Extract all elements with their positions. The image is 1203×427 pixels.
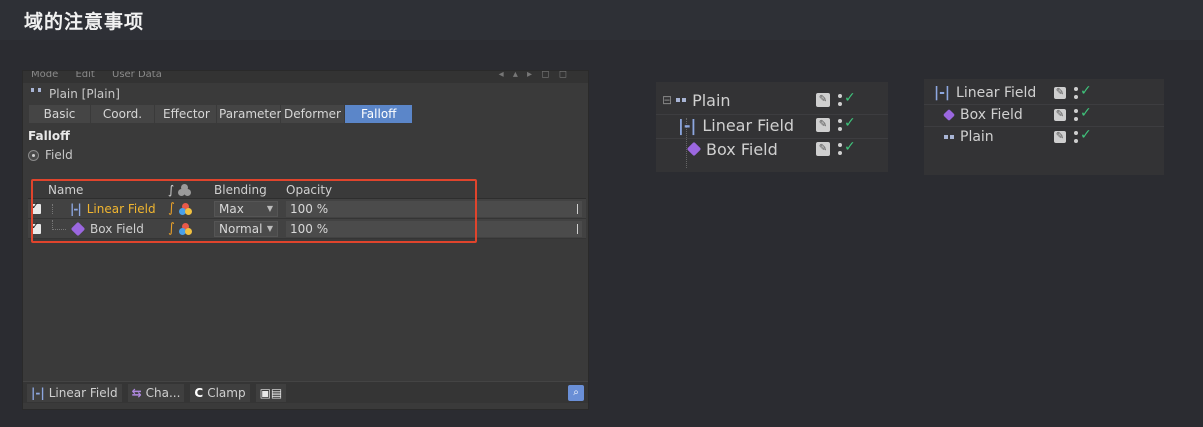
falloff-section-label: Falloff <box>28 129 70 143</box>
linear-field-icon: |-| <box>70 201 82 216</box>
enabled-check-icon[interactable]: ✓ <box>844 90 856 106</box>
om-row-linear-field[interactable]: |-| Linear Field <box>678 113 794 137</box>
curve-icon[interactable]: ∫ <box>168 201 175 216</box>
chevron-down-icon: ▼ <box>266 224 273 233</box>
opacity-slider[interactable]: 100 % <box>286 200 582 217</box>
field-layer-toolbar: |-| Linear Field ⇆ Cha... C Clamp ▣▤ ⌕ <box>23 381 588 403</box>
tab-coord[interactable]: Coord. <box>91 105 155 123</box>
field-radio-button[interactable] <box>28 149 39 161</box>
menu-edit[interactable]: Edit <box>75 71 94 80</box>
edit-icon[interactable]: ✎ <box>816 93 830 107</box>
om-row-plain[interactable]: ⊟ Plain <box>662 88 731 112</box>
curve-icon[interactable]: ∫ <box>168 221 175 236</box>
field-radio-row[interactable]: Field <box>23 145 588 165</box>
object-manager-hierarchy: ⊟ Plain ✎ ✓ |-| Linear Field ✎ ✓ Box Fie… <box>656 82 888 172</box>
object-title: Plain [Plain] <box>49 87 120 101</box>
field-row-box[interactable]: Box Field ∫ Normal ▼ 100 % <box>28 219 586 239</box>
tab-deformer[interactable]: Deformer <box>281 105 345 123</box>
attribute-manager-panel: Mode Edit User Data ◂ ▴ ▸ ◻ ◻ Plain [Pla… <box>22 70 589 410</box>
add-channel-button[interactable]: ⇆ Cha... <box>127 383 185 402</box>
linear-field-icon: |-| <box>934 85 951 101</box>
edit-icon[interactable]: ✎ <box>816 118 830 132</box>
field-radio-label: Field <box>45 148 73 162</box>
enabled-check-icon[interactable]: ✓ <box>1080 127 1092 143</box>
field-row-linear[interactable]: |-| Linear Field ∫ Max ▼ 100 % <box>28 199 586 219</box>
visibility-dots-icon[interactable] <box>838 143 842 155</box>
enabled-check-icon[interactable]: ✓ <box>1080 83 1092 99</box>
tab-basic[interactable]: Basic <box>29 105 91 123</box>
curve-column-icon: ∫ <box>168 182 175 197</box>
visibility-dots-icon[interactable] <box>838 119 842 131</box>
plain-icon <box>676 98 687 102</box>
field-name[interactable]: Linear Field <box>87 202 156 216</box>
linear-field-icon: |-| <box>678 115 697 135</box>
blending-select[interactable]: Max ▼ <box>214 200 278 217</box>
visibility-dots-icon[interactable] <box>1074 131 1078 143</box>
color-remap-icon[interactable] <box>178 222 193 235</box>
menu-mode[interactable]: Mode <box>31 71 58 80</box>
edit-icon[interactable]: ✎ <box>1054 109 1066 121</box>
field-name[interactable]: Box Field <box>90 222 144 236</box>
opacity-slider[interactable]: 100 % <box>286 220 582 237</box>
enabled-check-icon[interactable]: ✓ <box>844 139 856 155</box>
om-row-box-field[interactable]: Box Field <box>942 105 1023 125</box>
header-blending[interactable]: Blending <box>214 183 286 197</box>
om-row-linear-field[interactable]: |-| Linear Field <box>934 83 1036 103</box>
tab-parameter[interactable]: Parameter <box>217 105 281 123</box>
attribute-menubar: Mode Edit User Data ◂ ▴ ▸ ◻ ◻ <box>23 71 588 83</box>
add-folder-button[interactable]: ▣▤ <box>255 383 287 402</box>
om-row-plain[interactable]: Plain <box>944 127 994 147</box>
enable-checkbox[interactable] <box>31 221 41 234</box>
color-remap-icon[interactable] <box>178 202 193 215</box>
add-linear-field-button[interactable]: |-| Linear Field <box>27 383 122 402</box>
enable-checkbox[interactable] <box>31 201 41 214</box>
om-row-box-field[interactable]: Box Field <box>686 137 778 161</box>
plain-icon <box>31 88 43 100</box>
chevron-down-icon: ▼ <box>266 204 273 213</box>
box-field-icon <box>70 221 86 236</box>
color-column-icon <box>178 183 192 196</box>
menu-user-data[interactable]: User Data <box>112 71 162 80</box>
header-opacity[interactable]: Opacity <box>286 183 586 197</box>
linear-field-icon: |-| <box>31 385 45 400</box>
add-clamp-button[interactable]: C Clamp <box>190 383 250 402</box>
slide-title-bar <box>0 0 1203 40</box>
search-layer-icon[interactable]: ⌕ <box>568 385 584 401</box>
enabled-check-icon[interactable]: ✓ <box>844 115 856 131</box>
channel-icon: ⇆ <box>131 385 142 400</box>
clamp-icon: C <box>194 385 204 400</box>
visibility-dots-icon[interactable] <box>1074 87 1078 99</box>
box-field-icon <box>686 141 702 157</box>
visibility-dots-icon[interactable] <box>838 94 842 106</box>
object-title-row: Plain [Plain] <box>23 83 588 105</box>
field-list: Name ∫ Blending Opacity |-| Linear Field… <box>28 181 586 239</box>
enabled-check-icon[interactable]: ✓ <box>1080 105 1092 121</box>
edit-icon[interactable]: ✎ <box>816 142 830 156</box>
menubar-nav-icons[interactable]: ◂ ▴ ▸ ◻ ◻ <box>499 71 570 80</box>
header-name[interactable]: Name <box>44 183 168 197</box>
visibility-dots-icon[interactable] <box>1074 109 1078 121</box>
folder-icon: ▣▤ <box>259 385 283 400</box>
tab-falloff[interactable]: Falloff <box>345 105 414 123</box>
fold-toggle-icon[interactable]: ⊟ <box>662 93 672 107</box>
field-list-header: Name ∫ Blending Opacity <box>28 181 586 199</box>
plain-icon <box>944 135 954 139</box>
edit-icon[interactable]: ✎ <box>1054 87 1066 99</box>
attribute-tabs: Basic Coord. Effector Parameter Deformer… <box>29 105 588 123</box>
edit-icon[interactable]: ✎ <box>1054 131 1066 143</box>
tab-effector[interactable]: Effector <box>155 105 217 123</box>
object-manager-flat: |-| Linear Field ✎ ✓ Box Field ✎ ✓ Plain… <box>924 79 1164 175</box>
box-field-icon <box>942 108 956 122</box>
slide-title: 域的注意事项 <box>24 11 145 33</box>
blending-select[interactable]: Normal ▼ <box>214 220 278 237</box>
